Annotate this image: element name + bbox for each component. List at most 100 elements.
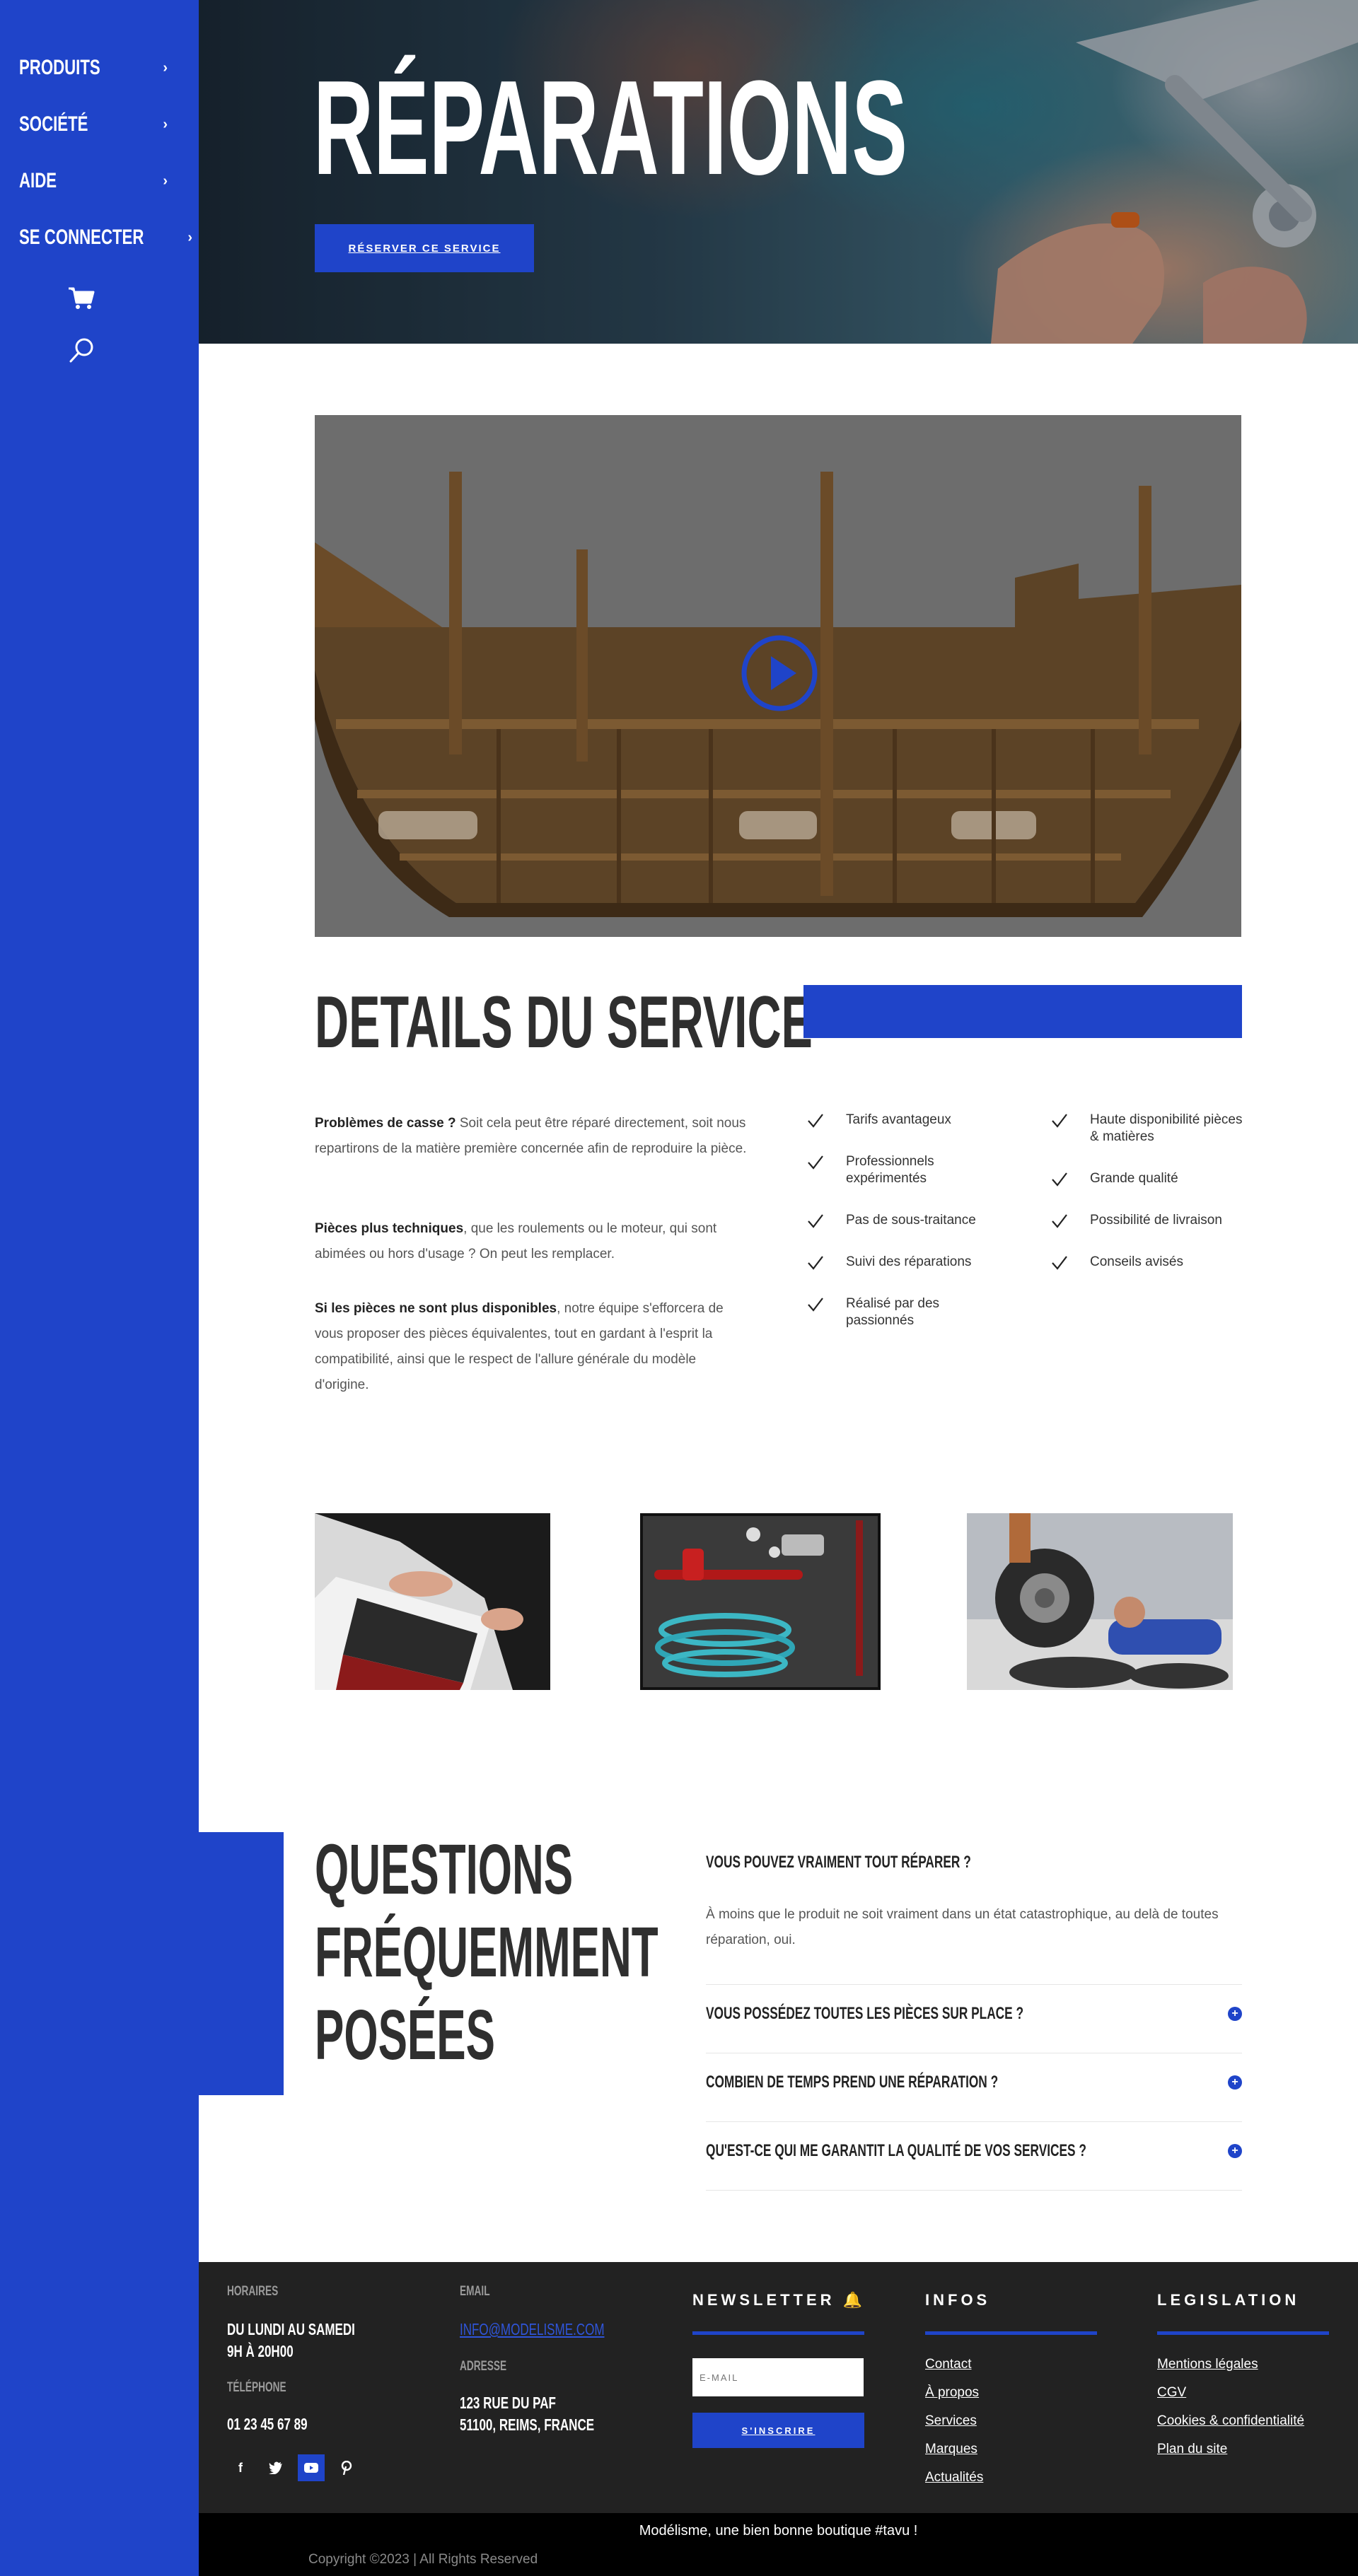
nav-item-societe[interactable]: SOCIÉTÉ › — [19, 110, 168, 139]
play-icon[interactable] — [741, 635, 818, 711]
feature-item: Réalisé par des passionnés — [806, 1295, 983, 1329]
cart-icon[interactable] — [67, 284, 95, 313]
faq-question-label: COMBIEN DE TEMPS PREND UNE RÉPARATION ? — [706, 2073, 999, 2092]
divider — [706, 2121, 1242, 2122]
sidebar: PRODUITS › SOCIÉTÉ › AIDE › SE CONNECTER… — [0, 0, 199, 2576]
subscribe-button[interactable]: S'INSCRIRE — [692, 2413, 864, 2448]
accent-line — [1157, 2331, 1329, 2335]
feature-item: Haute disponibilité pièces & matières — [1050, 1112, 1248, 1146]
faq-answer: À moins que le produit ne soit vraiment … — [706, 1907, 1219, 1947]
footer-link-cookies[interactable]: Cookies & confidentialité — [1157, 2413, 1304, 2429]
check-icon — [808, 1298, 823, 1312]
faq-title-line: FRÉQUEMMENT — [315, 1913, 658, 1992]
nav-item-se-connecter[interactable]: SE CONNECTER › — [19, 223, 192, 252]
email-label: EMAIL — [460, 2284, 490, 2299]
feature-label: Possibilité de livraison — [1090, 1213, 1222, 1228]
feature-item: Pas de sous-traitance — [806, 1212, 1026, 1230]
footer-link-sitemap[interactable]: Plan du site — [1157, 2442, 1227, 2457]
accent-line — [692, 2331, 864, 2335]
check-icon — [1052, 1214, 1067, 1228]
feature-item: Tarifs avantageux — [806, 1112, 1026, 1130]
nav-item-produits[interactable]: PRODUITS › — [19, 54, 168, 82]
check-icon — [1052, 1172, 1067, 1187]
faq-question[interactable]: COMBIEN DE TEMPS PREND UNE RÉPARATION ? — [706, 2073, 1242, 2092]
hours-line: DU LUNDI AU SAMEDI — [227, 2320, 355, 2338]
pinterest-icon[interactable] — [333, 2454, 360, 2481]
faq-question-label: QU'EST-CE QUI ME GARANTIT LA QUALITÉ DE … — [706, 2141, 1086, 2160]
address-line: 123 RUE DU PAF — [460, 2394, 556, 2412]
feature-item: Suivi des réparations — [806, 1254, 1026, 1272]
legislation-title: LEGISLATION — [1157, 2291, 1300, 2309]
faq-question[interactable]: QU'EST-CE QUI ME GARANTIT LA QUALITÉ DE … — [706, 2141, 1242, 2161]
nav-item-label: PRODUITS — [19, 56, 100, 79]
feature-label: Grande qualité — [1090, 1171, 1178, 1186]
phone-value: 01 23 45 67 89 — [227, 2415, 308, 2433]
feature-item: Professionnels expérimentés — [806, 1153, 983, 1187]
faq-title-line: QUESTIONS — [315, 1830, 574, 1909]
faq-question-label: VOUS POUVEZ VRAIMENT TOUT RÉPARER ? — [706, 1853, 971, 1872]
address-line: 51100, REIMS, FRANCE — [460, 2415, 595, 2434]
paragraph-lead: Pièces plus techniques — [315, 1221, 464, 1236]
nav-item-aide[interactable]: AIDE › — [19, 167, 168, 195]
phone-label: TÉLÉPHONE — [227, 2380, 286, 2395]
twitter-icon[interactable] — [262, 2454, 289, 2481]
bottom-bar: Modélisme, une bien bonne boutique #tavu… — [199, 2513, 1358, 2576]
youtube-icon[interactable] — [298, 2454, 325, 2481]
video-player[interactable] — [315, 415, 1241, 937]
nav-item-label: AIDE — [19, 169, 57, 192]
paragraph-lead: Si les pièces ne sont plus disponibles — [315, 1301, 557, 1316]
feature-label: Suivi des réparations — [846, 1254, 972, 1269]
feature-label: Haute disponibilité pièces & matières — [1090, 1112, 1243, 1144]
faq-question-label: VOUS POSSÉDEZ TOUTES LES PIÈCES SUR PLAC… — [706, 2004, 1024, 2023]
chevron-right-icon: › — [163, 116, 168, 132]
divider — [706, 2190, 1242, 2191]
paragraph: Problèmes de casse ? Soit cela peut être… — [315, 1111, 753, 1162]
nav-item-label: SE CONNECTER — [19, 226, 144, 249]
paragraph: Si les pièces ne sont plus disponibles, … — [315, 1296, 753, 1398]
footer-link-services[interactable]: Services — [925, 2413, 977, 2429]
divider — [706, 1984, 1242, 1985]
footer-link-legal-notice[interactable]: Mentions légales — [1157, 2357, 1258, 2372]
footer-link-news[interactable]: Actualités — [925, 2470, 983, 2485]
check-icon — [1052, 1114, 1067, 1128]
feature-label: Réalisé par des passionnés — [846, 1296, 940, 1328]
feature-label: Conseils avisés — [1090, 1254, 1183, 1269]
feature-label: Pas de sous-traitance — [846, 1213, 976, 1228]
faq-question[interactable]: VOUS POSSÉDEZ TOUTES LES PIÈCES SUR PLAC… — [706, 2004, 1242, 2024]
feature-item: Conseils avisés — [1050, 1254, 1248, 1272]
faq-question-open[interactable]: VOUS POUVEZ VRAIMENT TOUT RÉPARER ? — [706, 1853, 1242, 1872]
infos-title: INFOS — [925, 2291, 991, 2309]
hours-label: HORAIRES — [227, 2284, 279, 2299]
check-icon — [808, 1214, 823, 1228]
newsletter-email-input[interactable] — [692, 2358, 864, 2396]
email-link[interactable]: INFO@MODELISME.COM — [460, 2319, 605, 2340]
feature-item: Grande qualité — [1050, 1170, 1248, 1189]
book-service-button[interactable]: RÉSERVER CE SERVICE — [315, 224, 534, 272]
tagline: Modélisme, une bien bonne boutique #tavu… — [639, 2523, 918, 2539]
chevron-right-icon: › — [163, 173, 168, 189]
footer-link-contact[interactable]: Contact — [925, 2357, 971, 2372]
feature-label: Tarifs avantageux — [846, 1112, 951, 1127]
accent-line — [925, 2331, 1097, 2335]
footer-link-about[interactable]: À propos — [925, 2385, 979, 2401]
page-title: RÉPARATIONS — [313, 53, 907, 203]
footer-link-brands[interactable]: Marques — [925, 2442, 977, 2457]
check-icon — [808, 1114, 823, 1128]
mechanic-photo — [967, 1513, 1233, 1690]
hours-line: 9H À 20H00 — [227, 2342, 294, 2360]
unboxing-photo — [315, 1513, 550, 1690]
chevron-right-icon: › — [187, 229, 193, 245]
hero-banner: RÉPARATIONS RÉSERVER CE SERVICE — [199, 0, 1358, 344]
plus-icon[interactable]: + — [1228, 2144, 1242, 2158]
facebook-icon[interactable]: f — [227, 2454, 254, 2481]
accent-bar — [803, 985, 1242, 1038]
search-icon[interactable] — [67, 337, 95, 365]
faq-title-line: POSÉES — [315, 1995, 495, 2075]
plus-icon[interactable]: + — [1228, 2007, 1242, 2021]
plus-icon[interactable]: + — [1228, 2075, 1242, 2090]
footer-link-cgv[interactable]: CGV — [1157, 2385, 1186, 2401]
check-icon — [808, 1155, 823, 1170]
paragraph: Pièces plus techniques, que les roulemen… — [315, 1216, 753, 1267]
address-label: ADRESSE — [460, 2359, 507, 2374]
newsletter-title: NEWSLETTER 🔔 — [692, 2291, 866, 2309]
